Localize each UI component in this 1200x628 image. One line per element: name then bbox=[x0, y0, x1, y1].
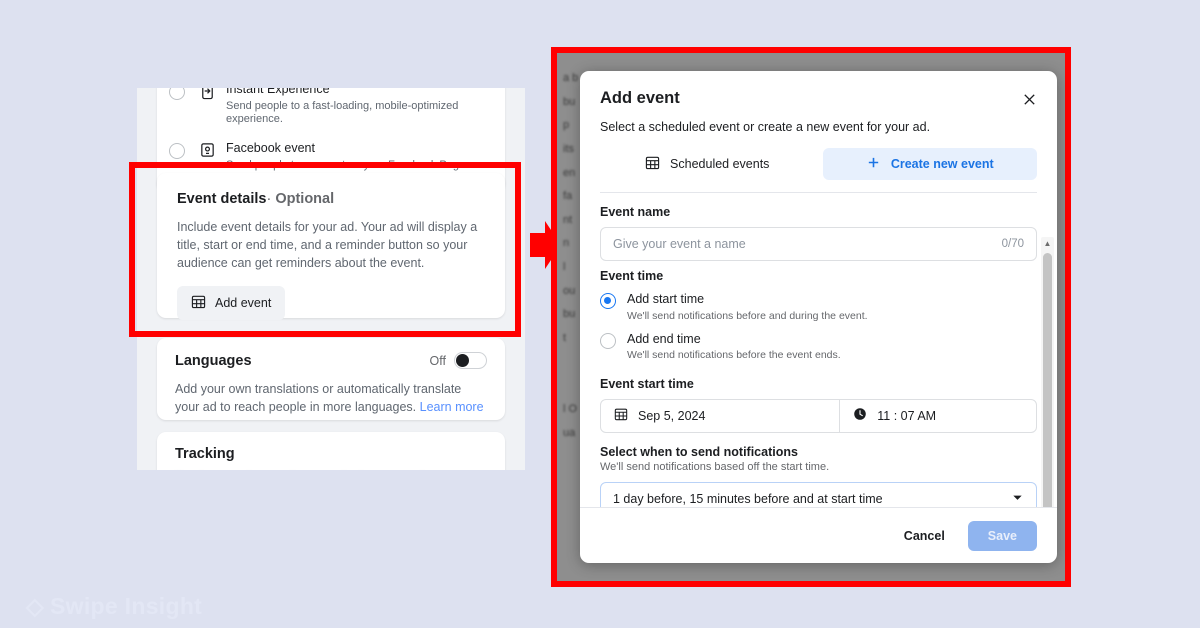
clock-icon bbox=[853, 407, 867, 424]
destination-texts: Instant Experience Send people to a fast… bbox=[226, 88, 491, 127]
radio-add-end-time-label: Add end time bbox=[627, 331, 701, 346]
event-details-card: Event details· Optional Include event de… bbox=[157, 173, 505, 321]
scrollbar-up-arrow[interactable]: ▲ bbox=[1044, 239, 1052, 248]
radio-facebook-event[interactable] bbox=[169, 143, 185, 160]
destination-subtitle: Send people to a fast-loading, mobile-op… bbox=[226, 99, 459, 126]
learn-more-link[interactable]: Learn more bbox=[420, 400, 484, 414]
event-start-time-label: Event start time bbox=[600, 376, 694, 391]
plus-icon bbox=[866, 155, 881, 173]
destination-texts: Facebook event Send people to an event o… bbox=[226, 141, 468, 172]
ad-settings-panel: Instant Experience Send people to a fast… bbox=[137, 88, 525, 470]
radio-add-start-time[interactable] bbox=[600, 293, 616, 309]
destination-option-facebook-event[interactable]: Facebook event Send people to an event o… bbox=[157, 131, 505, 176]
calendar-grid-icon bbox=[191, 294, 206, 312]
languages-toggle-wrap[interactable]: Off bbox=[430, 352, 487, 369]
calendar-grid-icon bbox=[645, 155, 660, 173]
tab-scheduled-events[interactable]: Scheduled events bbox=[600, 148, 815, 180]
notifications-select[interactable]: 1 day before, 15 minutes before and at s… bbox=[600, 481, 1037, 507]
watermark-text: Swipe Insight bbox=[50, 593, 203, 619]
event-name-counter: 0/70 bbox=[1001, 238, 1024, 250]
languages-body-text: Add your own translations or automatical… bbox=[175, 382, 462, 415]
languages-heading: Languages bbox=[175, 352, 252, 369]
tab-create-new-event-label: Create new event bbox=[890, 157, 994, 171]
destination-title: Facebook event bbox=[226, 141, 315, 156]
radio-row-add-end-time[interactable]: Add end time We'll send notifications be… bbox=[600, 332, 1037, 363]
tab-scheduled-events-label: Scheduled events bbox=[670, 157, 770, 171]
radio-add-end-time-sub: We'll send notifications before the even… bbox=[627, 349, 841, 362]
notifications-sublabel: We'll send notifications based off the s… bbox=[600, 460, 830, 473]
tracking-card: Tracking Track every dataset that contai… bbox=[157, 432, 505, 470]
scrollbar-thumb[interactable] bbox=[1043, 253, 1052, 507]
watermark-mark: ◇ bbox=[26, 593, 44, 619]
event-start-time-row: Sep 5, 2024 11 : 07 AM bbox=[600, 398, 1037, 433]
backdrop-left-fragments: a b bu p its en fa nt n l ou bu t l O ua bbox=[563, 72, 579, 439]
languages-header: Languages Off bbox=[175, 352, 487, 369]
event-name-placeholder: Give your event a name bbox=[613, 237, 746, 251]
destination-title: Instant Experience bbox=[226, 88, 330, 96]
dialog-body: Event name Give your event a name 0/70 E… bbox=[580, 193, 1057, 507]
radio-instant-experience[interactable] bbox=[169, 88, 185, 100]
tab-create-new-event[interactable]: Create new event bbox=[822, 148, 1037, 180]
destination-subtitle: Send people to an event on your Facebook… bbox=[226, 158, 469, 171]
notifications-selected-option: 1 day before, 15 minutes before and at s… bbox=[613, 491, 883, 506]
event-details-title: Event details bbox=[177, 191, 267, 207]
watermark: ◇ Swipe Insight bbox=[26, 593, 202, 620]
save-button[interactable]: Save bbox=[967, 520, 1037, 551]
dialog-tabs: Scheduled events Create new event bbox=[600, 148, 1037, 193]
facebook-event-icon bbox=[199, 141, 216, 159]
dialog-scrollbar[interactable]: ▲ ▼ bbox=[1041, 237, 1054, 507]
event-name-label: Event name bbox=[600, 205, 671, 219]
event-name-input[interactable]: Give your event a name 0/70 bbox=[600, 227, 1037, 261]
dialog-footer: Cancel Save bbox=[580, 507, 1057, 563]
event-time-value: 11 : 07 AM bbox=[877, 408, 937, 423]
radio-add-end-time[interactable] bbox=[600, 332, 616, 349]
languages-body: Add your own translations or automatical… bbox=[175, 380, 487, 416]
tracking-heading: Tracking bbox=[175, 446, 235, 462]
event-date-value: Sep 5, 2024 bbox=[638, 408, 706, 423]
toggle-knob bbox=[456, 354, 469, 367]
destination-option-instant-experience[interactable]: Instant Experience Send people to a fast… bbox=[157, 88, 505, 131]
event-details-heading: Event details· Optional bbox=[177, 191, 485, 207]
calendar-grid-icon bbox=[614, 407, 628, 424]
heading-separator: · bbox=[266, 191, 272, 207]
close-icon[interactable] bbox=[1017, 87, 1041, 111]
dialog-title: Add event bbox=[600, 89, 680, 107]
notifications-label: Select when to send notifications bbox=[600, 444, 798, 459]
dialog-header: Add event Select a scheduled event or cr… bbox=[580, 71, 1057, 134]
event-date-field[interactable]: Sep 5, 2024 bbox=[601, 399, 841, 432]
radio-add-start-time-sub: We'll send notifications before and duri… bbox=[627, 309, 868, 322]
event-details-body: Include event details for your ad. Your … bbox=[177, 220, 478, 271]
add-event-button-label: Add event bbox=[215, 296, 272, 311]
chevron-down-icon bbox=[1011, 491, 1024, 507]
languages-toggle[interactable] bbox=[454, 352, 487, 369]
right-highlight-box: a b bu p its en fa nt n l ou bu t l O ua… bbox=[551, 47, 1071, 587]
cancel-button[interactable]: Cancel bbox=[889, 520, 959, 551]
instant-experience-icon bbox=[199, 88, 216, 100]
add-event-dialog: Add event Select a scheduled event or cr… bbox=[580, 71, 1057, 563]
radio-add-start-time-label: Add start time bbox=[627, 292, 705, 306]
add-event-button[interactable]: Add event bbox=[177, 286, 286, 321]
radio-row-add-start-time[interactable]: Add start time We'll send notifications … bbox=[600, 292, 1037, 323]
event-time-field[interactable]: 11 : 07 AM bbox=[840, 400, 1036, 432]
radio-texts: Add end time We'll send notifications be… bbox=[627, 332, 841, 363]
dialog-subtitle: Select a scheduled event or create a new… bbox=[600, 120, 931, 134]
languages-toggle-state: Off bbox=[429, 353, 446, 368]
radio-texts: Add start time We'll send notifications … bbox=[627, 292, 868, 323]
event-time-label: Event time bbox=[600, 269, 664, 283]
languages-card: Languages Off Add your own translations … bbox=[157, 338, 505, 420]
event-details-optional-label: Optional bbox=[275, 191, 335, 207]
